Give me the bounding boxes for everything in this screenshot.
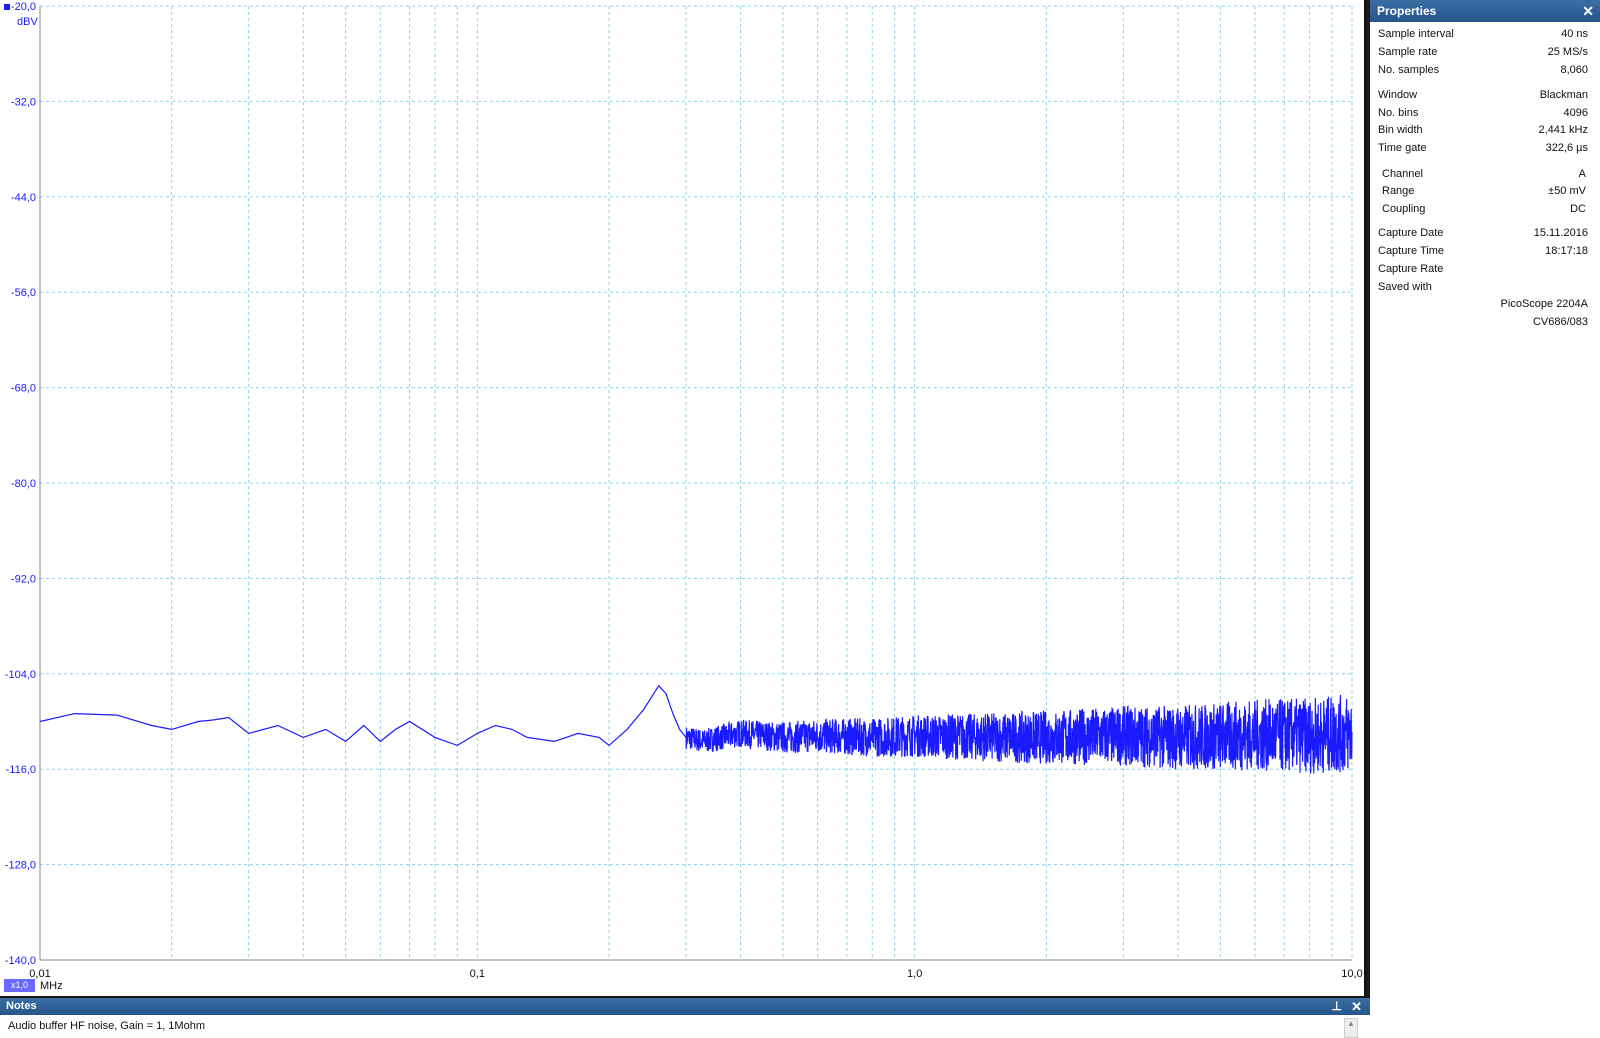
property-key: Capture Time [1378, 245, 1445, 257]
properties-header: Properties ✕ [1370, 0, 1600, 22]
property-key: Time gate [1378, 142, 1427, 154]
property-key: Saved with [1378, 281, 1432, 293]
y-tick-label: -20,0 [11, 1, 36, 13]
property-row: Sample interval 40 ns [1370, 28, 1600, 44]
property-value: 15.11.2016 [1533, 227, 1588, 239]
property-row: Saved with [1370, 281, 1600, 297]
property-key: Channel [1382, 168, 1423, 180]
property-row: No. samples 8,060 [1370, 64, 1600, 80]
property-row: Capture Rate [1370, 263, 1600, 279]
x-axis-unit: MHz [40, 980, 63, 992]
spectrum-chart[interactable]: -20,0 -32,0 -44,0 -56,0 -68,0 -80,0 -92,0 -104,… [0, 0, 1366, 996]
notes-panel: Notes ⊥ ✕ Audio buffer HF noise, Gain = … [0, 998, 1370, 1038]
pin-icon[interactable]: ⊥ [1332, 998, 1342, 1015]
x-tick-label: 0,1 [470, 968, 485, 980]
property-row: Capture Time 18:17:18 [1370, 245, 1600, 261]
property-row: Bin width 2,441 kHz [1370, 124, 1600, 140]
properties-title: Properties [1377, 4, 1437, 18]
y-tick-label: -68,0 [11, 383, 36, 395]
property-key: No. samples [1378, 64, 1440, 76]
property-row: Time gate 322,6 µs [1370, 142, 1600, 158]
y-tick-label: -80,0 [11, 478, 36, 490]
y-tick-label: -92,0 [11, 573, 36, 585]
property-key: Capture Rate [1378, 263, 1444, 275]
property-value: 18:17:18 [1545, 245, 1588, 257]
x-tick-label: 10,0 [1341, 968, 1362, 980]
property-key: Coupling [1382, 203, 1426, 215]
spectrum-trace [39, 684, 1353, 774]
property-value: PicoScope 2204A [1500, 298, 1588, 310]
x-tick-label: 1,0 [907, 968, 922, 980]
y-axis-unit: dBV [17, 16, 38, 28]
property-value: 4096 [1563, 107, 1588, 119]
property-value: 322,6 µs [1545, 142, 1588, 154]
property-key: Sample interval [1378, 28, 1454, 40]
property-value: Blackman [1539, 89, 1588, 101]
property-row: Sample rate 25 MS/s [1370, 46, 1600, 62]
spectrum-plot[interactable]: -20,0 -32,0 -44,0 -56,0 -68,0 -80,0 -92,0 -104,… [0, 0, 1366, 996]
property-row: Channel A [1370, 168, 1600, 184]
property-key: Range [1382, 185, 1415, 197]
property-value: 25 MS/s [1547, 46, 1588, 58]
property-value: CV686/083 [1532, 316, 1588, 328]
property-row: Range ±50 mV [1370, 185, 1600, 201]
property-value: ±50 mV [1548, 185, 1586, 197]
property-value: 40 ns [1561, 28, 1588, 40]
property-row: Window Blackman [1370, 89, 1600, 105]
property-key: Capture Date [1378, 227, 1444, 239]
property-key: No. bins [1378, 107, 1419, 119]
property-value: 2,441 kHz [1538, 124, 1588, 136]
y-tick-label: -44,0 [11, 192, 36, 204]
property-row: Coupling DC [1370, 203, 1600, 219]
property-row: CV686/083 [1370, 316, 1600, 332]
y-axis-marker[interactable] [4, 4, 10, 10]
property-row: PicoScope 2204A [1370, 298, 1600, 314]
notes-text[interactable]: Audio buffer HF noise, Gain = 1, 1Mohm [8, 1020, 205, 1032]
close-icon[interactable]: ✕ [1351, 998, 1362, 1015]
y-tick-label: -140,0 [5, 955, 36, 967]
property-value: A [1578, 168, 1586, 180]
y-tick-label: -128,0 [5, 860, 36, 872]
notes-title: Notes [6, 1000, 37, 1012]
y-tick-label: -116,0 [6, 764, 36, 776]
y-tick-label: -104,0 [5, 669, 36, 681]
close-icon[interactable]: ✕ [1582, 0, 1594, 22]
property-key: Window [1378, 89, 1418, 101]
property-row: Capture Date 15.11.2016 [1370, 227, 1600, 243]
y-tick-label: -32,0 [11, 96, 36, 108]
notes-header: Notes ⊥ ✕ [0, 998, 1370, 1015]
property-value: 8,060 [1560, 64, 1588, 76]
property-key: Sample rate [1378, 46, 1438, 58]
property-value: DC [1570, 203, 1586, 215]
scale-badge[interactable]: x1,0 [4, 979, 35, 992]
property-key: Bin width [1378, 124, 1423, 136]
y-tick-label: -56,0 [11, 287, 36, 299]
properties-panel: Properties ✕ Sample interval 40 ns Sample … [1370, 0, 1600, 1038]
notes-scrollbar[interactable]: ▲ [1344, 1018, 1358, 1038]
property-row: No. bins 4096 [1370, 107, 1600, 123]
